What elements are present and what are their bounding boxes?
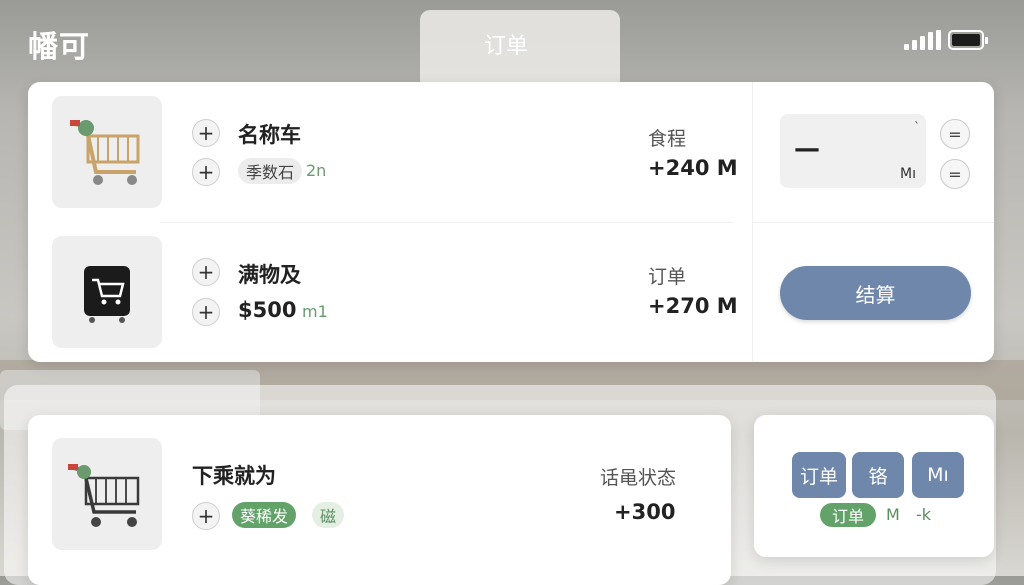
side-text: M — [886, 505, 900, 524]
status-bar: 幡可 订单 — [0, 0, 1024, 80]
add-button[interactable]: + — [192, 158, 220, 186]
item-tag-unit: 2n — [306, 161, 327, 180]
side-text: -k — [916, 505, 932, 524]
item-chip[interactable]: 葵稀发 — [232, 502, 297, 528]
item-column-label: 食程 — [648, 128, 687, 150]
equals-button[interactable]: = — [940, 119, 970, 149]
item-chip[interactable]: 磁 — [312, 502, 345, 528]
item-column-value: +300 — [614, 500, 676, 524]
quantity-input[interactable]: — ` Mı — [780, 114, 926, 188]
item-column-value: +270 M — [648, 294, 738, 318]
item-name: 满物及 — [238, 263, 301, 287]
shopping-cart-icon — [68, 464, 140, 527]
item-thumbnail[interactable] — [52, 96, 162, 208]
checkout-button[interactable]: 结算 — [780, 266, 971, 320]
app-title: 幡可 — [28, 30, 90, 65]
quantity-tick: ` — [914, 120, 920, 134]
item-column-value: +240 M — [648, 156, 738, 180]
order-button[interactable]: 订单 — [792, 452, 846, 498]
item-name: 下乘就为 — [192, 464, 276, 488]
quantity-unit: Mı — [900, 166, 916, 182]
signal-icon — [904, 30, 941, 50]
item-price-unit: m1 — [302, 302, 328, 321]
item-tag: 季数石 — [238, 158, 303, 184]
order-chip[interactable]: 订单 — [820, 503, 876, 527]
shopping-cart-icon — [70, 120, 140, 185]
row-divider — [160, 222, 734, 223]
battery-icon — [948, 30, 988, 50]
option-button[interactable]: 铬 — [852, 452, 904, 498]
page-title: 订单 — [484, 34, 529, 59]
item-column-label: 话黾状态 — [600, 467, 677, 489]
add-button[interactable]: + — [192, 502, 220, 530]
item-column-label: 订单 — [648, 266, 687, 288]
add-button[interactable]: + — [192, 258, 220, 286]
item-thumbnail[interactable] — [52, 236, 162, 348]
equals-button[interactable]: = — [940, 159, 970, 189]
item-name: 名称车 — [238, 123, 301, 147]
add-button[interactable]: + — [192, 119, 220, 147]
side-row-divider — [752, 222, 994, 223]
unit-button[interactable]: Mı — [912, 452, 964, 498]
quantity-value: — — [794, 134, 820, 164]
item-thumbnail[interactable] — [52, 438, 162, 550]
item-price: $500 — [238, 298, 297, 322]
add-button[interactable]: + — [192, 298, 220, 326]
cart-box-icon — [84, 266, 130, 323]
